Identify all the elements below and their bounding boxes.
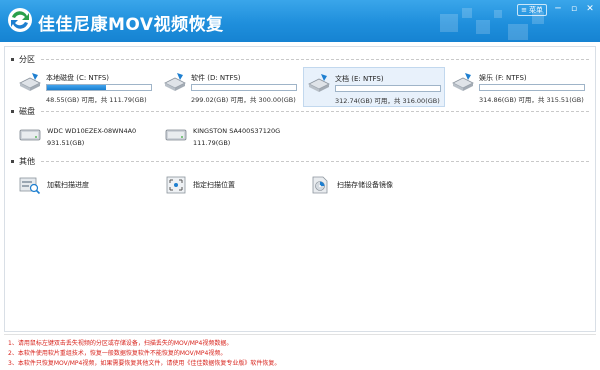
tool-label: 加载扫描进度 bbox=[47, 181, 89, 189]
app-logo-icon bbox=[8, 8, 32, 32]
title-bar: 佳佳尼康MOV视频恢复 ≡ 菜单 ─ ▫ ✕ bbox=[0, 0, 600, 42]
divider bbox=[41, 160, 589, 162]
hard-disk-icon bbox=[165, 129, 187, 141]
partition-capacity: 312.74(GB) 可用，共 316.00(GB) bbox=[335, 97, 440, 105]
bullet-dot bbox=[11, 57, 14, 61]
load-scan-progress-button[interactable]: 加载扫描进度 bbox=[19, 173, 89, 197]
usage-fill bbox=[47, 85, 107, 90]
scan-disk-image-button[interactable]: 扫描存储设备镜像 bbox=[309, 173, 393, 197]
partition-f[interactable]: 娱乐 (F: NTFS) 314.86(GB) 可用，共 315.51(GB) bbox=[448, 67, 590, 107]
note-1: 1、请用鼠标左键双击丢失视频的分区或存储设备，扫描丢失的MOV/MP4视频数据。 bbox=[8, 340, 233, 347]
note-2: 2、本软件使用软片重组技术，恢复一般数据恢复软件不能恢复的MOV/MP4视频。 bbox=[8, 350, 227, 357]
divider bbox=[41, 58, 589, 60]
usage-bar bbox=[191, 84, 297, 91]
drive-icon bbox=[452, 73, 474, 91]
disk-wdc[interactable]: WDC WD10EZEX-08WN4A0 931.51(GB) bbox=[19, 123, 159, 153]
partition-d[interactable]: 软件 (D: NTFS) 299.02(GB) 可用，共 300.00(GB) bbox=[160, 67, 302, 107]
close-button[interactable]: ✕ bbox=[583, 3, 597, 15]
scan-location-icon bbox=[166, 176, 186, 194]
instructions-panel: 1、请用鼠标左键双击丢失视频的分区或存储设备，扫描丢失的MOV/MP4视频数据。… bbox=[4, 334, 596, 368]
section-title: 其他 bbox=[19, 156, 35, 166]
hard-disk-icon bbox=[19, 129, 41, 141]
section-partitions: 分区 bbox=[11, 53, 589, 65]
disk-name: WDC WD10EZEX-08WN4A0 bbox=[47, 127, 137, 135]
partition-name: 软件 (D: NTFS) bbox=[191, 74, 241, 82]
menu-label: 菜单 bbox=[528, 6, 543, 14]
divider bbox=[41, 110, 589, 112]
partition-c[interactable]: 本地磁盘 (C: NTFS) 48.55(GB) 可用，共 111.79(GB) bbox=[15, 67, 157, 107]
menu-icon: ≡ bbox=[521, 6, 527, 14]
partition-name: 文档 (E: NTFS) bbox=[335, 75, 384, 83]
bullet-dot bbox=[11, 109, 14, 113]
bullet-dot bbox=[11, 159, 14, 163]
disk-size: 931.51(GB) bbox=[47, 139, 85, 147]
section-title: 磁盘 bbox=[19, 106, 35, 116]
partition-capacity: 48.55(GB) 可用，共 111.79(GB) bbox=[46, 96, 147, 104]
disk-size: 111.79(GB) bbox=[193, 139, 231, 147]
partition-e[interactable]: 文档 (E: NTFS) 312.74(GB) 可用，共 316.00(GB) bbox=[303, 67, 445, 107]
app-title: 佳佳尼康MOV视频恢复 bbox=[38, 15, 224, 35]
minimize-button[interactable]: ─ bbox=[551, 3, 565, 15]
section-title: 分区 bbox=[19, 54, 35, 64]
disk-name: KINGSTON SA400S37120G bbox=[193, 127, 281, 135]
tool-label: 扫描存储设备镜像 bbox=[337, 181, 393, 189]
partition-name: 本地磁盘 (C: NTFS) bbox=[46, 74, 110, 82]
drive-icon bbox=[164, 73, 186, 91]
drive-icon bbox=[308, 74, 330, 92]
partition-capacity: 299.02(GB) 可用，共 300.00(GB) bbox=[191, 96, 296, 104]
partition-capacity: 314.86(GB) 可用，共 315.51(GB) bbox=[479, 96, 584, 104]
tool-label: 指定扫描位置 bbox=[193, 181, 235, 189]
usage-bar bbox=[46, 84, 152, 91]
load-progress-icon bbox=[19, 177, 41, 195]
usage-bar bbox=[335, 85, 441, 92]
disk-image-icon bbox=[312, 176, 328, 194]
section-disks: 磁盘 bbox=[11, 105, 589, 117]
partition-name: 娱乐 (F: NTFS) bbox=[479, 74, 527, 82]
note-3: 3、本软件只恢复MOV/MP4视频，如果需要恢复其他文件，请使用《佳佳数据恢复专… bbox=[8, 360, 281, 367]
disk-kingston[interactable]: KINGSTON SA400S37120G 111.79(GB) bbox=[165, 123, 305, 153]
menu-button[interactable]: ≡ 菜单 bbox=[517, 4, 547, 16]
maximize-button[interactable]: ▫ bbox=[567, 3, 581, 15]
main-panel: 分区 本地磁盘 (C: NTFS) 48.55(GB) 可用，共 111.79(… bbox=[4, 46, 596, 332]
drive-icon bbox=[19, 73, 41, 91]
section-others: 其他 bbox=[11, 155, 589, 167]
usage-bar bbox=[479, 84, 585, 91]
specify-scan-location-button[interactable]: 指定扫描位置 bbox=[165, 173, 235, 197]
